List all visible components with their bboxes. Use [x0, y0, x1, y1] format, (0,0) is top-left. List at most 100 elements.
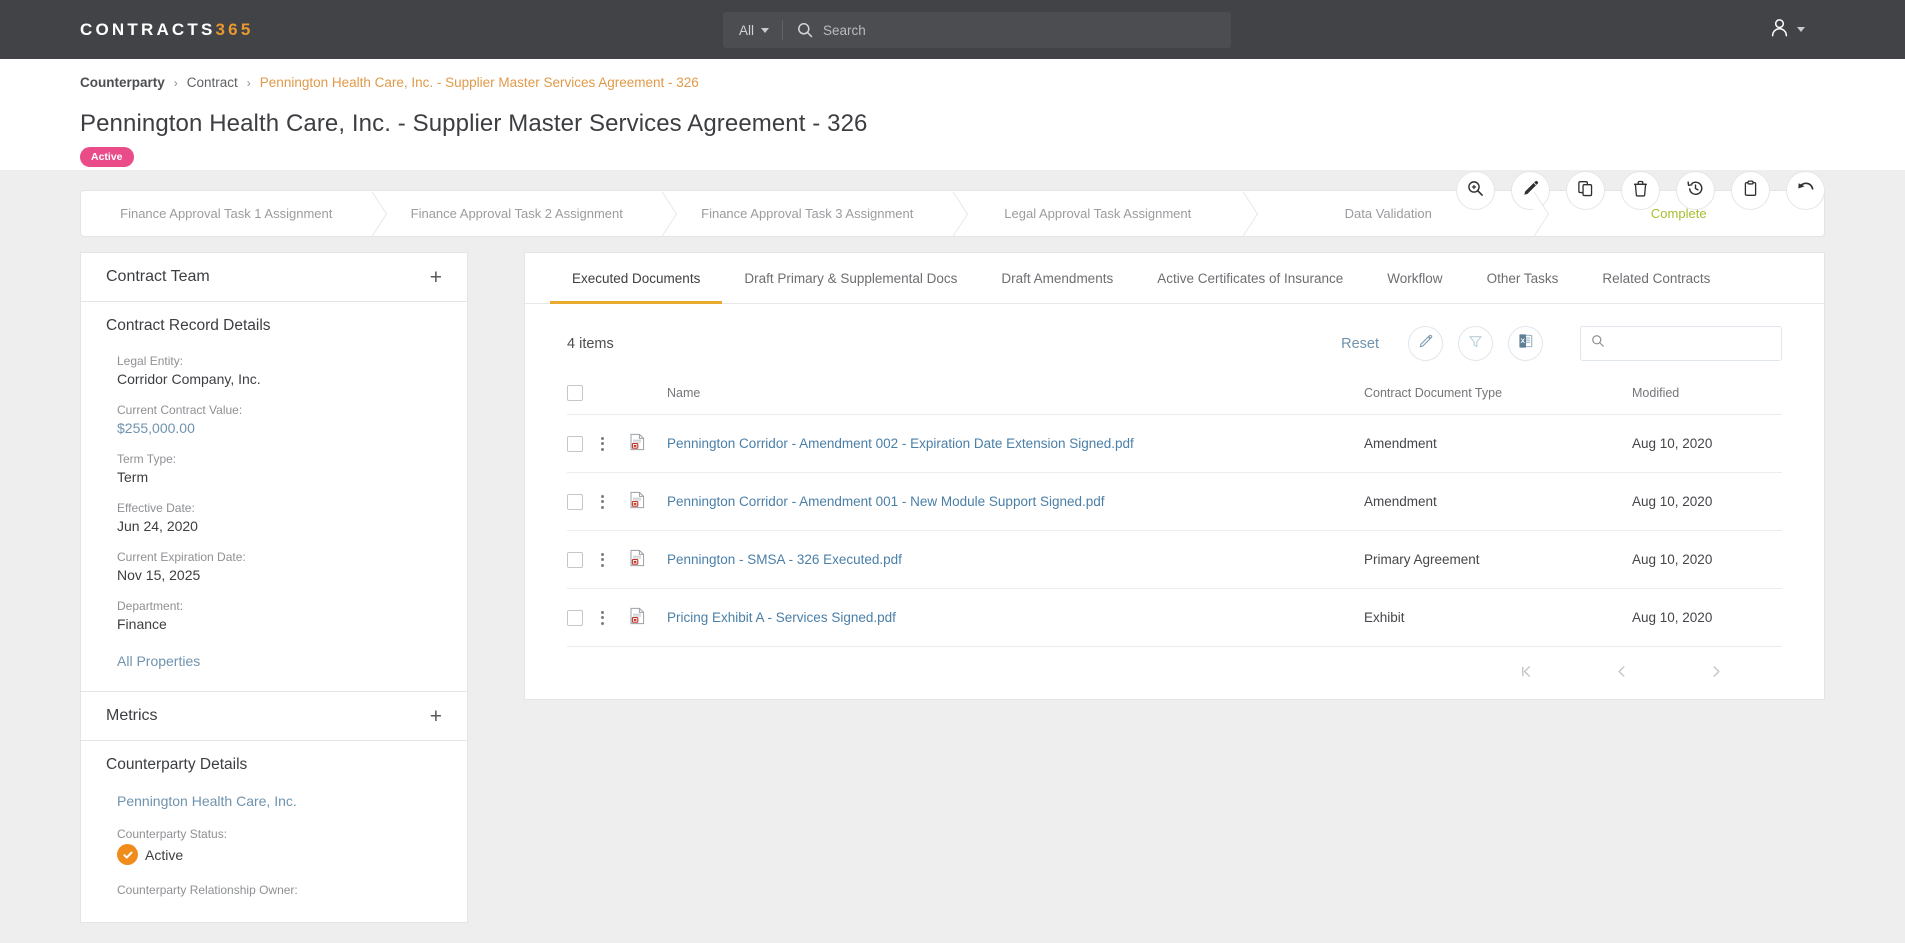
row-checkbox[interactable] [567, 609, 583, 626]
search-scope-label: All [739, 22, 755, 38]
next-page-icon[interactable] [1709, 664, 1724, 679]
field-value: Term [117, 469, 149, 485]
tab-draft-primary-supplemental-docs[interactable]: Draft Primary & Supplemental Docs [722, 253, 979, 304]
table-row[interactable]: Pennington - SMSA - 326 Executed.pdf Pri… [567, 530, 1782, 589]
breadcrumb-item-current: Pennington Health Care, Inc. - Supplier … [259, 75, 699, 90]
contract-team-panel: Contract Team + [80, 252, 468, 302]
field-label: Current Expiration Date: [117, 550, 246, 564]
table-row[interactable]: Pricing Exhibit A - Services Signed.pdf … [567, 588, 1782, 647]
row-checkbox[interactable] [567, 493, 583, 510]
logo-text-accent: 365 [215, 19, 254, 39]
breadcrumb-separator-icon: › [173, 75, 178, 90]
chevron-down-icon [761, 27, 770, 33]
add-metrics-button[interactable]: + [430, 706, 442, 727]
stepper-step-4[interactable]: Legal Approval Task Assignment [953, 191, 1258, 236]
pencil-icon [1418, 334, 1433, 354]
pagination-controls [525, 647, 1824, 699]
document-name-link[interactable]: Pennington Corridor - Amendment 001 - Ne… [667, 494, 1105, 509]
previous-page-icon[interactable] [1614, 664, 1629, 679]
row-more-actions-icon[interactable] [601, 494, 605, 509]
global-search-input[interactable] [823, 12, 1231, 48]
sidebar: Contract Team + Contract Record Details … [80, 252, 468, 923]
tab-other-tasks[interactable]: Other Tasks [1465, 253, 1581, 304]
document-type-column-header[interactable]: Contract Document Type [1364, 375, 1632, 415]
counterparty-name-link[interactable]: Pennington Health Care, Inc. [106, 793, 442, 809]
first-page-icon[interactable] [1519, 664, 1534, 679]
stepper-step-1[interactable]: Finance Approval Task 1 Assignment [81, 191, 387, 236]
documents-table: Name Contract Document Type Modified Pen… [567, 375, 1782, 647]
pdf-file-icon [629, 433, 646, 454]
field-value: Finance [117, 616, 167, 632]
breadcrumb-item-contract[interactable]: Contract [187, 75, 238, 90]
select-all-checkbox[interactable] [567, 385, 583, 401]
stepper-step-6-complete[interactable]: Complete [1534, 191, 1825, 236]
counterparty-details-panel: Counterparty Details Pennington Health C… [80, 741, 468, 923]
tab-active-certificates-of-insurance[interactable]: Active Certificates of Insurance [1135, 253, 1365, 304]
field-label: Counterparty Status: [117, 827, 228, 841]
name-column-header[interactable]: Name [667, 375, 1364, 415]
top-navigation-bar: CONTRACTS 365 All [0, 0, 1905, 59]
step-label: Complete [1650, 206, 1707, 221]
field-label: Counterparty Relationship Owner: [117, 883, 298, 897]
document-tabs: Executed Documents Draft Primary & Suppl… [525, 253, 1824, 304]
counterparty-status-value: Active [106, 844, 442, 865]
reset-button[interactable]: Reset [1341, 336, 1379, 352]
field-value: Corridor Company, Inc. [117, 371, 261, 387]
user-account-menu[interactable] [1769, 0, 1805, 59]
row-more-actions-icon[interactable] [601, 552, 605, 567]
items-count-label: 4 items [567, 335, 614, 352]
document-type-cell: Amendment [1364, 414, 1632, 473]
status-text: Active [145, 846, 184, 863]
step-arrow-icon [1242, 191, 1257, 236]
document-type-cell: Amendment [1364, 472, 1632, 531]
document-name-link[interactable]: Pricing Exhibit A - Services Signed.pdf [667, 610, 896, 625]
modified-column-header[interactable]: Modified [1632, 375, 1782, 415]
document-name-link[interactable]: Pennington Corridor - Amendment 002 - Ex… [667, 436, 1134, 451]
breadcrumb-item-counterparty[interactable]: Counterparty [80, 75, 165, 90]
grid-edit-button[interactable] [1408, 326, 1443, 361]
app-logo[interactable]: CONTRACTS 365 [80, 20, 253, 40]
contract-team-header[interactable]: Contract Team + [81, 253, 467, 301]
stepper-step-3[interactable]: Finance Approval Task 3 Assignment [662, 191, 968, 236]
stepper-step-5[interactable]: Data Validation [1243, 191, 1549, 236]
user-avatar-icon [1769, 17, 1790, 43]
export-to-excel-button[interactable]: X [1508, 326, 1543, 361]
search-icon [783, 22, 823, 38]
grid-search-box[interactable] [1580, 326, 1788, 361]
tab-label: Executed Documents [572, 271, 701, 286]
svg-text:X: X [1520, 338, 1525, 345]
field-label: Current Contract Value: [117, 403, 243, 417]
table-row[interactable]: Pennington Corridor - Amendment 001 - Ne… [567, 472, 1782, 531]
metrics-header[interactable]: Metrics + [81, 692, 467, 740]
table-header-row: Name Contract Document Type Modified [567, 375, 1782, 415]
tab-related-contracts[interactable]: Related Contracts [1580, 253, 1732, 304]
row-checkbox[interactable] [567, 551, 583, 568]
tab-executed-documents[interactable]: Executed Documents [550, 253, 723, 304]
tab-draft-amendments[interactable]: Draft Amendments [979, 253, 1135, 304]
document-type-cell: Primary Agreement [1364, 530, 1632, 589]
field-term-type: Term Type: Term [106, 452, 442, 485]
step-arrow-icon [951, 191, 967, 236]
row-more-actions-icon[interactable] [601, 610, 605, 625]
step-label: Finance Approval Task 2 Assignment [410, 206, 623, 221]
global-search-bar[interactable]: All [723, 12, 1231, 48]
search-scope-dropdown[interactable]: All [723, 12, 782, 48]
tab-label: Other Tasks [1486, 271, 1559, 286]
tab-label: Draft Primary & Supplemental Docs [744, 271, 958, 286]
row-more-actions-icon[interactable] [601, 436, 605, 451]
stepper-step-2[interactable]: Finance Approval Task 2 Assignment [372, 191, 677, 236]
tab-workflow[interactable]: Workflow [1365, 253, 1464, 304]
field-value[interactable]: $255,000.00 [117, 420, 442, 436]
all-properties-link[interactable]: All Properties [106, 653, 442, 669]
search-icon [1591, 334, 1605, 353]
pdf-file-icon [629, 549, 646, 570]
tab-label: Active Certificates of Insurance [1157, 271, 1344, 286]
document-name-link[interactable]: Pennington - SMSA - 326 Executed.pdf [667, 552, 902, 567]
filter-button[interactable] [1458, 326, 1493, 361]
add-contract-team-button[interactable]: + [430, 267, 442, 288]
row-checkbox[interactable] [567, 435, 583, 452]
grid-search-input[interactable] [1612, 336, 1788, 351]
table-row[interactable]: Pennington Corridor - Amendment 002 - Ex… [567, 414, 1782, 473]
field-label: Effective Date: [117, 501, 195, 515]
field-value: Nov 15, 2025 [117, 567, 201, 583]
